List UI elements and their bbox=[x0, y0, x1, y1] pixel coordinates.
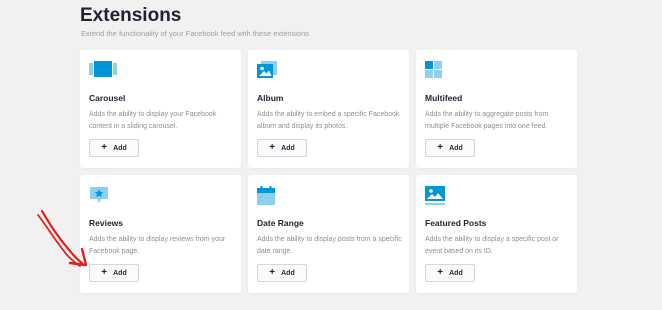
card-description: Adds the ability to embed a specific Fac… bbox=[257, 111, 400, 130]
card-description: Adds the ability to aggregate posts from… bbox=[425, 111, 549, 130]
card-description: Adds the ability to display your Faceboo… bbox=[89, 111, 217, 130]
plus-icon: + bbox=[437, 142, 444, 153]
page-title: Extensions bbox=[80, 5, 182, 26]
add-button-label: Add bbox=[113, 144, 127, 152]
extension-card-multifeed: Multifeed Adds the ability to aggregate … bbox=[416, 50, 577, 168]
annotation-arrow-icon bbox=[37, 209, 88, 267]
extension-card-date-range: Date Range Adds the ability to display p… bbox=[248, 175, 409, 293]
extensions-grid: Carousel Adds the ability to display you… bbox=[80, 50, 577, 293]
plus-icon: + bbox=[269, 267, 276, 278]
add-button-label: Add bbox=[281, 269, 295, 277]
add-date-range-button[interactable]: + Add bbox=[257, 264, 307, 282]
extension-card-carousel: Carousel Adds the ability to display you… bbox=[80, 50, 241, 168]
card-description: Adds the ability to display reviews from… bbox=[89, 236, 226, 255]
carousel-icon bbox=[89, 61, 117, 81]
add-album-button[interactable]: + Add bbox=[257, 139, 307, 157]
plus-icon: + bbox=[101, 142, 108, 153]
add-multifeed-button[interactable]: + Add bbox=[425, 139, 475, 157]
featured-posts-icon bbox=[425, 186, 451, 206]
extension-card-album: Album Adds the ability to embed a specif… bbox=[248, 50, 409, 168]
reviews-icon bbox=[89, 186, 115, 206]
album-icon bbox=[257, 61, 283, 81]
card-title: Featured Posts bbox=[425, 218, 487, 228]
card-title: Reviews bbox=[89, 218, 124, 228]
add-featured-posts-button[interactable]: + Add bbox=[425, 264, 475, 282]
plus-icon: + bbox=[101, 267, 108, 278]
date-range-icon bbox=[257, 186, 283, 206]
add-button-label: Add bbox=[281, 144, 295, 152]
add-button-label: Add bbox=[449, 269, 463, 277]
card-title: Album bbox=[257, 93, 284, 103]
add-reviews-button[interactable]: + Add bbox=[89, 264, 139, 282]
page-subtitle: Extend the functionality of your Faceboo… bbox=[81, 29, 310, 38]
plus-icon: + bbox=[437, 267, 444, 278]
card-title: Date Range bbox=[257, 218, 304, 228]
add-carousel-button[interactable]: + Add bbox=[89, 139, 139, 157]
add-button-label: Add bbox=[113, 269, 127, 277]
extension-card-featured-posts: Featured Posts Adds the ability to displ… bbox=[416, 175, 577, 293]
card-title: Carousel bbox=[89, 93, 126, 103]
card-description: Adds the ability to display a specific p… bbox=[425, 236, 559, 255]
card-description: Adds the ability to display posts from a… bbox=[257, 236, 402, 255]
card-title: Multifeed bbox=[425, 93, 463, 103]
extension-card-reviews: Reviews Adds the ability to display revi… bbox=[80, 175, 241, 293]
plus-icon: + bbox=[269, 142, 276, 153]
multifeed-icon bbox=[425, 61, 451, 81]
add-button-label: Add bbox=[449, 144, 463, 152]
